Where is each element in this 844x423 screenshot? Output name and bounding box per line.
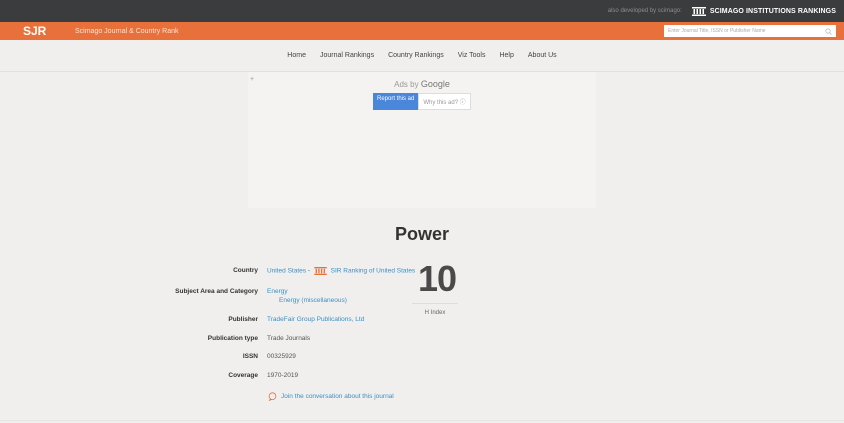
nav-home[interactable]: Home — [287, 52, 306, 59]
sir-country-icon — [314, 267, 327, 275]
coverage-label: Coverage — [228, 372, 258, 379]
ads-by-label: Ads by — [394, 80, 419, 89]
issn-value: 00325929 — [267, 353, 296, 360]
sir-label: SCIMAGO INSTITUTIONS RANKINGS — [709, 7, 836, 15]
subject-category-link[interactable]: Energy (miscellaneous) — [279, 297, 347, 304]
brand-name[interactable]: Scimago Journal & Country Rank — [75, 28, 179, 35]
conversation-text: Join the conversation about this journal — [281, 393, 394, 400]
search-placeholder: Enter Journal Title, ISSN or Publisher N… — [668, 28, 766, 34]
country-separator: - — [307, 267, 311, 275]
nav-journal-rankings[interactable]: Journal Rankings — [320, 52, 374, 59]
header-bar: SJR Scimago Journal & Country Rank Enter… — [0, 22, 844, 40]
sir-country-link[interactable]: SIR Ranking of United States — [331, 268, 416, 275]
why-this-ad-button[interactable]: Why this ad? ⓘ — [418, 93, 471, 110]
issn-label: ISSN — [242, 353, 258, 360]
sjr-logo[interactable]: SJR — [23, 24, 63, 38]
h-index-divider — [412, 303, 458, 304]
h-index-label: H Index — [424, 310, 446, 316]
conversation-link[interactable]: Join the conversation about this journal — [268, 392, 394, 401]
main-nav: Home Journal Rankings Country Rankings V… — [0, 52, 844, 59]
nav-country-rankings[interactable]: Country Rankings — [388, 52, 444, 59]
h-index-value: 10 — [418, 258, 457, 299]
nav-viz-tools[interactable]: Viz Tools — [458, 52, 486, 59]
coverage-value: 1970-2019 — [267, 372, 299, 379]
ads-by-google: Ads by Google — [248, 79, 596, 89]
search-icon[interactable] — [825, 27, 832, 35]
pubtype-label: Publication type — [207, 335, 258, 342]
search-input[interactable]: Enter Journal Title, ISSN or Publisher N… — [664, 25, 836, 37]
ad-buttons: Report this ad Why this ad? ⓘ — [373, 93, 471, 110]
subject-label: Subject Area and Category — [175, 288, 258, 295]
sir-link[interactable]: SCIMAGO INSTITUTIONS RANKINGS — [691, 6, 836, 16]
comment-icon — [268, 392, 277, 401]
footer-divider — [0, 420, 844, 421]
ad-box: + Ads by Google Report this ad Why this … — [248, 72, 596, 208]
pubtype-value: Trade Journals — [267, 335, 311, 342]
google-label: Google — [420, 79, 450, 89]
institution-icon — [691, 6, 706, 16]
publisher-link[interactable]: TradeFair Group Publications, Ltd — [267, 316, 364, 323]
subject-area-link[interactable]: Energy — [267, 288, 288, 295]
nav-help[interactable]: Help — [499, 52, 513, 59]
nav-about-us[interactable]: About Us — [528, 52, 557, 59]
developer-text: also developed by scimago: — [607, 8, 682, 14]
publisher-label: Publisher — [228, 316, 258, 323]
report-ad-button[interactable]: Report this ad — [373, 93, 419, 110]
top-bar: also developed by scimago: SCIMAGO INSTI… — [0, 0, 844, 22]
country-label: Country — [233, 267, 258, 274]
country-link[interactable]: United States — [267, 268, 306, 275]
country-value: United States - SIR Ranking of United St… — [267, 267, 415, 275]
journal-title: Power — [394, 224, 450, 244]
